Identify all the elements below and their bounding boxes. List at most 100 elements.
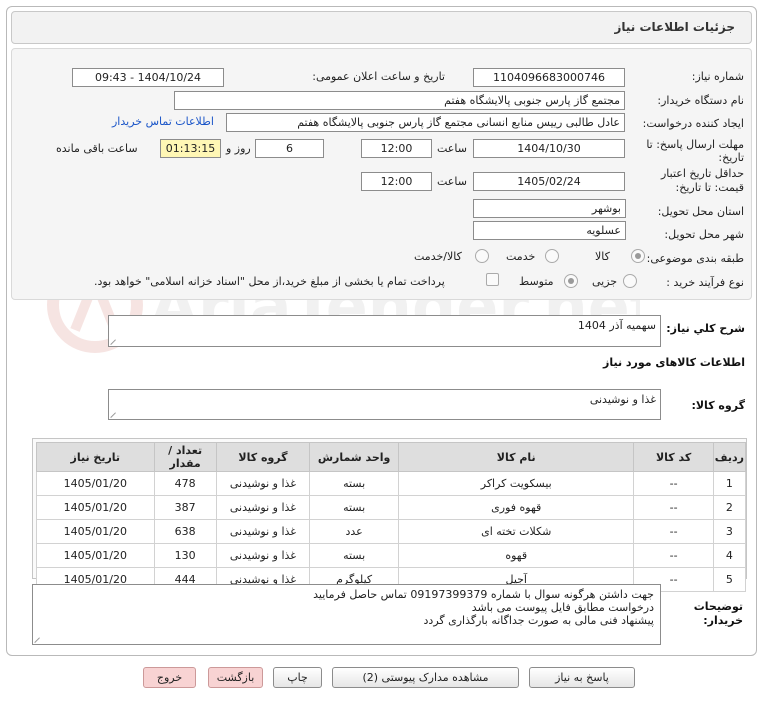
back-button[interactable]: بازگشت [208, 667, 263, 688]
goods-group-text: غذا و نوشیدنی [589, 393, 656, 406]
validity-time-field[interactable]: 12:00 [361, 172, 432, 191]
cell-name: قهوه فوری [398, 495, 635, 520]
cell-date: 1405/01/20 [36, 471, 155, 496]
cell-code: -- [633, 471, 714, 496]
col-row: ردیف [712, 442, 747, 472]
cell-row: 5 [712, 567, 747, 592]
col-date: تاریخ نیاز [36, 442, 155, 472]
table-row[interactable]: 4 -- قهوه بسته غذا و نوشیدنی 130 1405/01… [36, 543, 747, 568]
cell-group: غذا و نوشیدنی [215, 543, 311, 568]
resize-grip-icon[interactable] [111, 338, 118, 345]
province-label: استان محل تحویل: [657, 205, 744, 218]
table-header-row: ردیف کد کالا نام کالا واحد شمارش گروه کا… [36, 442, 747, 472]
table-row[interactable]: 3 -- شکلات تخته ای عدد غذا و نوشیدنی 638… [36, 519, 747, 544]
cell-date: 1405/01/20 [36, 519, 155, 544]
days-field[interactable]: 6 [255, 139, 324, 158]
cell-unit: بسته [309, 495, 400, 520]
page-header: جزئیات اطلاعات نیاز [11, 11, 752, 44]
col-name: نام کالا [398, 442, 635, 472]
cell-name: قهوه [398, 543, 635, 568]
purchase-type-label: نوع فرآیند خرید : [666, 276, 744, 289]
goods-group-label: گروه کالا: [691, 399, 745, 412]
category-service-label: خدمت [506, 250, 536, 263]
validity-label-2: قیمت: تا تاریخ: [675, 181, 744, 194]
cell-qty: 638 [153, 519, 217, 544]
goods-table: ردیف کد کالا نام کالا واحد شمارش گروه کا… [36, 442, 747, 592]
need-number-field[interactable]: 1104096683000746 [473, 68, 625, 87]
cell-unit: بسته [309, 471, 400, 496]
print-button[interactable]: چاپ [273, 667, 322, 688]
buyer-note-line: پیشنهاد فنی مالی به صورت جداگانه بارگذار… [423, 614, 654, 627]
purchase-medium-label: متوسط [519, 275, 554, 288]
cell-unit: عدد [309, 519, 400, 544]
category-goods-radio[interactable] [631, 249, 645, 263]
col-code: کد کالا [633, 442, 714, 472]
buyer-note-line: درخواست مطابق فایل پیوست می باشد [471, 601, 654, 614]
table-row[interactable]: 1 -- بیسکویت کراکر بسته غذا و نوشیدنی 47… [36, 471, 747, 496]
cell-qty: 130 [153, 543, 217, 568]
cell-code: -- [633, 519, 714, 544]
city-field[interactable]: عسلویه [473, 221, 626, 240]
validity-label-1: حداقل تاریخ اعتبار [660, 167, 744, 180]
announce-field[interactable]: 1404/10/24 - 09:43 [72, 68, 224, 87]
need-number-label: شماره نیاز: [691, 70, 744, 83]
cell-code: -- [633, 543, 714, 568]
purchase-minor-radio[interactable] [623, 274, 637, 288]
cell-code: -- [633, 495, 714, 520]
city-label: شهر محل تحویل: [664, 228, 744, 241]
description-text: سهمیه آذر 1404 [577, 319, 656, 332]
category-service-radio[interactable] [545, 249, 559, 263]
cell-row: 2 [712, 495, 747, 520]
cell-group: غذا و نوشیدنی [215, 495, 311, 520]
treasury-payment-checkbox[interactable] [486, 273, 499, 286]
goods-section-title: اطلاعات کالاهای مورد نیاز [603, 356, 745, 369]
remaining-timer: 01:13:15 [160, 139, 221, 158]
deadline-label-2: تاریخ: [718, 151, 744, 164]
category-both-radio[interactable] [475, 249, 489, 263]
buyer-org-label: نام دستگاه خریدار: [657, 94, 744, 107]
exit-button[interactable]: خروج [143, 667, 196, 688]
cell-date: 1405/01/20 [36, 543, 155, 568]
page-title: جزئیات اطلاعات نیاز [614, 20, 735, 34]
days-label: روز و [226, 142, 251, 155]
creator-field[interactable]: عادل طالبی رییس منابع انسانی مجتمع گاز پ… [226, 113, 625, 132]
cell-row: 1 [712, 471, 747, 496]
cell-group: غذا و نوشیدنی [215, 519, 311, 544]
cell-qty: 387 [153, 495, 217, 520]
deadline-time-label: ساعت [437, 142, 467, 155]
buyer-contact-link[interactable]: اطلاعات تماس خریدار [112, 115, 214, 128]
creator-label: ایجاد کننده درخواست: [642, 117, 744, 130]
cell-row: 4 [712, 543, 747, 568]
cell-group: غذا و نوشیدنی [215, 471, 311, 496]
purchase-medium-radio[interactable] [564, 274, 578, 288]
description-textarea[interactable]: سهمیه آذر 1404 [108, 315, 661, 347]
purchase-minor-label: جزیی [592, 275, 618, 288]
goods-group-textarea[interactable]: غذا و نوشیدنی [108, 389, 661, 420]
buyer-notes-label-1: توضیحات [693, 600, 743, 613]
resize-grip-icon[interactable] [35, 636, 42, 643]
attachments-button[interactable]: مشاهده مدارک پیوستی (2) [332, 667, 519, 688]
reply-button[interactable]: پاسخ به نیاز [529, 667, 635, 688]
deadline-time-field[interactable]: 12:00 [361, 139, 432, 158]
category-both-label: کالا/خدمت [414, 250, 462, 263]
cell-name: شکلات تخته ای [398, 519, 635, 544]
resize-grip-icon[interactable] [111, 411, 118, 418]
validity-date-field[interactable]: 1405/02/24 [473, 172, 625, 191]
category-goods-label: کالا [595, 250, 610, 263]
table-row[interactable]: 2 -- قهوه فوری بسته غذا و نوشیدنی 387 14… [36, 495, 747, 520]
cell-unit: بسته [309, 543, 400, 568]
deadline-label-1: مهلت ارسال پاسخ: تا [646, 138, 744, 151]
remaining-label: ساعت باقی مانده [56, 142, 138, 155]
description-label: شرح كلي نياز: [666, 322, 745, 335]
buyer-org-field[interactable]: مجتمع گاز پارس جنوبی پالایشگاه هفتم [174, 91, 625, 110]
buyer-notes-text: جهت داشتن هرگونه سوال با شماره 091973993… [313, 588, 654, 627]
cell-row: 3 [712, 519, 747, 544]
province-field[interactable]: بوشهر [473, 199, 626, 218]
buyer-notes-textarea[interactable]: جهت داشتن هرگونه سوال با شماره 091973993… [32, 584, 661, 645]
announce-label: تاریخ و ساعت اعلان عمومی: [312, 70, 445, 83]
deadline-date-field[interactable]: 1404/10/30 [473, 139, 625, 158]
cell-date: 1405/01/20 [36, 495, 155, 520]
buyer-note-line: جهت داشتن هرگونه سوال با شماره 091973993… [313, 588, 654, 601]
col-qty: تعداد / مقدار [153, 442, 217, 472]
col-unit: واحد شمارش [309, 442, 400, 472]
